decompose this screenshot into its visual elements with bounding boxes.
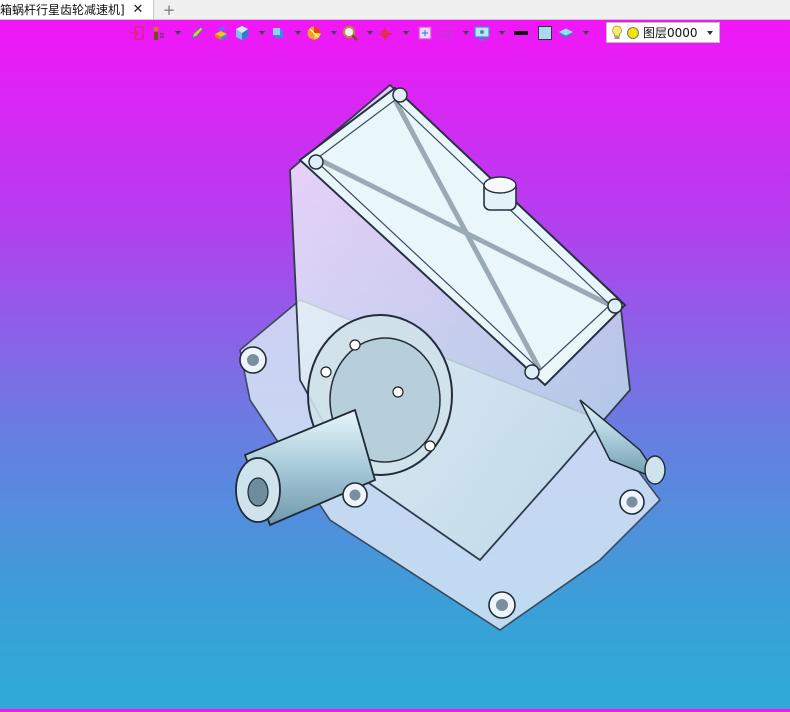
display-icon[interactable]	[474, 22, 508, 44]
frame-select-icon[interactable]	[414, 22, 436, 44]
pencil-icon[interactable]	[186, 22, 208, 44]
gearbox-model[interactable]	[0, 44, 790, 709]
3d-viewport[interactable]	[0, 44, 790, 709]
layer-color-dot-icon	[627, 26, 639, 39]
cube-view-icon[interactable]	[270, 22, 304, 44]
line-style-icon[interactable]	[510, 22, 532, 44]
cube-icon[interactable]	[234, 22, 268, 44]
close-icon[interactable]: ✕	[131, 0, 145, 19]
axis-icon[interactable]	[378, 22, 412, 44]
color-wheel-icon[interactable]	[306, 22, 340, 44]
chevron-down-icon[interactable]	[707, 31, 713, 35]
add-tab-icon[interactable]: +	[161, 0, 177, 19]
measure-icon[interactable]	[150, 22, 184, 44]
layer-dropdown[interactable]: 图层0000	[606, 22, 720, 43]
layer-stack-icon[interactable]	[558, 22, 592, 44]
view-toolbar	[126, 22, 592, 44]
box-solid-icon[interactable]	[210, 22, 232, 44]
lightbulb-icon[interactable]	[611, 25, 623, 41]
layer-name: 图层0000	[643, 26, 698, 40]
fill-color-icon[interactable]	[534, 22, 556, 44]
insert-icon[interactable]	[126, 22, 148, 44]
document-tab[interactable]: 箱蜗杆行星齿轮减速机] ✕	[0, 0, 154, 19]
zoom-icon[interactable]	[342, 22, 376, 44]
document-tab-title: 箱蜗杆行星齿轮减速机]	[0, 3, 125, 17]
document-tab-bar: 箱蜗杆行星齿轮减速机] ✕ +	[0, 0, 790, 20]
section-icon[interactable]	[438, 22, 472, 44]
